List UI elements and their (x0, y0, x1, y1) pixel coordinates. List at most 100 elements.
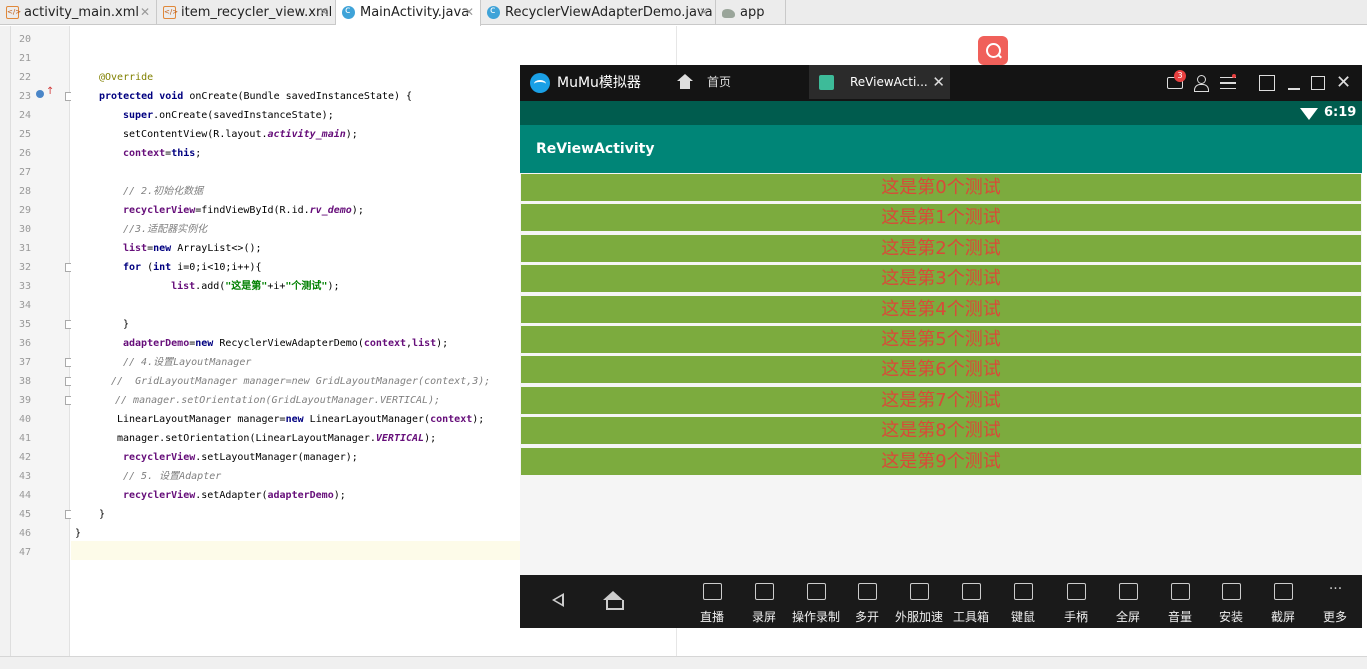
list-item[interactable]: 这是第1个测试 (521, 204, 1361, 232)
tool-apk-install[interactable]: 安装 (1205, 575, 1257, 628)
list-item[interactable]: 这是第8个测试 (521, 417, 1361, 445)
list-item[interactable]: 这是第0个测试 (521, 174, 1361, 201)
tool-fullscreen[interactable]: 全屏 (1102, 575, 1154, 628)
line-number-gutter: 20 21 22 23 24 25 26 27 28 29 30 31 32 33 34 35 36 37 38 39… (11, 26, 74, 656)
override-method-icon[interactable] (36, 90, 44, 98)
code-token: VERTICAL (375, 433, 425, 444)
volume-icon (1171, 583, 1190, 600)
code-token: recyclerView (123, 452, 196, 463)
tool-record-screen[interactable]: 录屏 (738, 575, 790, 628)
emulator-title-bar: MuMu模拟器 首页 ReViewActi... ✕ 3 ✕ (520, 65, 1362, 101)
line-number: 23 (18, 91, 31, 102)
code-token: i=0;i<10;i++){ (177, 262, 262, 273)
code-token: protected void (99, 91, 190, 102)
accelerate-icon (910, 583, 929, 600)
macro-record-icon (807, 583, 826, 600)
close-tab-icon[interactable]: ✕ (464, 0, 474, 25)
android-app-icon (819, 75, 834, 90)
close-tab-icon[interactable]: ✕ (319, 0, 329, 25)
line-number: 40 (18, 414, 31, 425)
line-number: 35 (18, 319, 31, 330)
menu-icon[interactable] (1220, 77, 1236, 89)
search-icon[interactable] (978, 36, 1008, 65)
code-line: context=this; (123, 144, 201, 163)
code-token: this (171, 148, 196, 159)
line-number: 43 (18, 471, 31, 482)
minimize-icon[interactable] (1287, 75, 1303, 91)
tab-3[interactable]: RecyclerViewAdapterDemo.java✕ (481, 0, 716, 25)
home-tab-label[interactable]: 首页 (707, 65, 731, 99)
home-icon[interactable] (603, 591, 624, 610)
code-token: super (123, 110, 154, 121)
tool-live[interactable]: 直播 (686, 575, 738, 628)
code-token: LinearLayoutManager manager= (117, 414, 286, 425)
tab-label: MainActivity.java (360, 5, 470, 20)
tab-label: RecyclerViewAdapterDemo.java (505, 5, 713, 20)
code-token: } (99, 509, 106, 520)
home-tab-icon[interactable] (677, 74, 693, 90)
line-number: 46 (18, 528, 31, 539)
list-item[interactable]: 这是第6个测试 (521, 356, 1361, 384)
close-tab-icon[interactable]: ✕ (140, 0, 150, 25)
line-number: 30 (18, 224, 31, 235)
maximize-icon[interactable] (1311, 76, 1325, 90)
line-number: 27 (18, 167, 31, 178)
code-token: .onCreate(savedInstanceState); (153, 110, 334, 121)
code-line: manager.setOrientation(LinearLayoutManag… (117, 429, 436, 448)
line-number: 28 (18, 186, 31, 197)
line-number: 45 (18, 509, 31, 520)
emulator-name: MuMu模拟器 (557, 75, 641, 91)
mumu-emulator-window: MuMu模拟器 首页 ReViewActi... ✕ 3 ✕ 6:19 ReVi… (520, 65, 1362, 628)
line-number: 37 (18, 357, 31, 368)
android-screen: 6:19 ReViewActivity 这是第0个测试 这是第1个测试 这是第2个测… (520, 101, 1362, 575)
tool-multi-instance[interactable]: 多开 (841, 575, 893, 628)
editor-tab-bar: activity_main.xml✕item_recycler_view.xml… (0, 0, 1367, 26)
code-token: ); (327, 281, 340, 292)
tool-gamepad[interactable]: 手柄 (1050, 575, 1102, 628)
back-icon[interactable] (552, 593, 566, 607)
line-number: 31 (18, 243, 31, 254)
app-tab[interactable]: ReViewActi... ✕ (809, 65, 950, 99)
list-item[interactable]: 这是第4个测试 (521, 295, 1361, 323)
list-item[interactable]: 这是第3个测试 (521, 265, 1361, 293)
close-tab-icon[interactable]: ✕ (932, 65, 945, 99)
code-token: "个测试" (285, 281, 328, 292)
user-icon[interactable] (1193, 75, 1209, 92)
tab-0[interactable]: activity_main.xml✕ (0, 0, 157, 25)
window-resize-icon[interactable] (1259, 75, 1275, 91)
tool-keyboard[interactable]: 键鼠 (997, 575, 1049, 628)
code-token: ; (195, 148, 202, 159)
code-line: protected void onCreate(Bundle savedInst… (99, 87, 412, 106)
tab-4[interactable]: app (716, 0, 786, 25)
code-token: .setAdapter( (195, 490, 268, 501)
code-token: ); (472, 414, 485, 425)
code-token: recyclerView (123, 490, 196, 501)
code-token: int (153, 262, 178, 273)
tool-screenshot[interactable]: 截屏 (1257, 575, 1309, 628)
code-token: //3.适配器实例化 (123, 224, 208, 235)
notification-dot (1232, 74, 1236, 78)
line-number: 47 (18, 547, 31, 558)
line-number: 26 (18, 148, 31, 159)
code-line: // 2.初始化数据 (123, 182, 203, 201)
list-item[interactable]: 这是第2个测试 (521, 234, 1361, 262)
close-window-icon[interactable]: ✕ (1336, 74, 1352, 92)
code-line: super.onCreate(savedInstanceState); (123, 106, 334, 125)
code-token: new (285, 414, 310, 425)
tool-more[interactable]: ··· 更多 (1309, 575, 1361, 628)
mail-badge: 3 (1174, 70, 1186, 82)
java-class-icon (487, 0, 500, 23)
list-item[interactable]: 这是第7个测试 (521, 386, 1361, 414)
close-tab-icon[interactable]: ✕ (699, 0, 709, 25)
tab-1[interactable]: item_recycler_view.xml✕ (157, 0, 336, 25)
xml-file-icon (6, 0, 21, 25)
list-item[interactable]: 这是第9个测试 (521, 447, 1361, 475)
list-item[interactable]: 这是第5个测试 (521, 326, 1361, 353)
tool-toolbox[interactable]: 工具箱 (945, 575, 997, 628)
code-token: manager.setOrientation(LinearLayoutManag… (117, 433, 376, 444)
code-line: //3.适配器实例化 (123, 220, 207, 239)
tab-2[interactable]: MainActivity.java✕ (336, 0, 481, 26)
tool-accelerate[interactable]: 外服加速 (893, 575, 945, 628)
java-class-icon (342, 0, 355, 23)
code-token: } (75, 528, 82, 539)
